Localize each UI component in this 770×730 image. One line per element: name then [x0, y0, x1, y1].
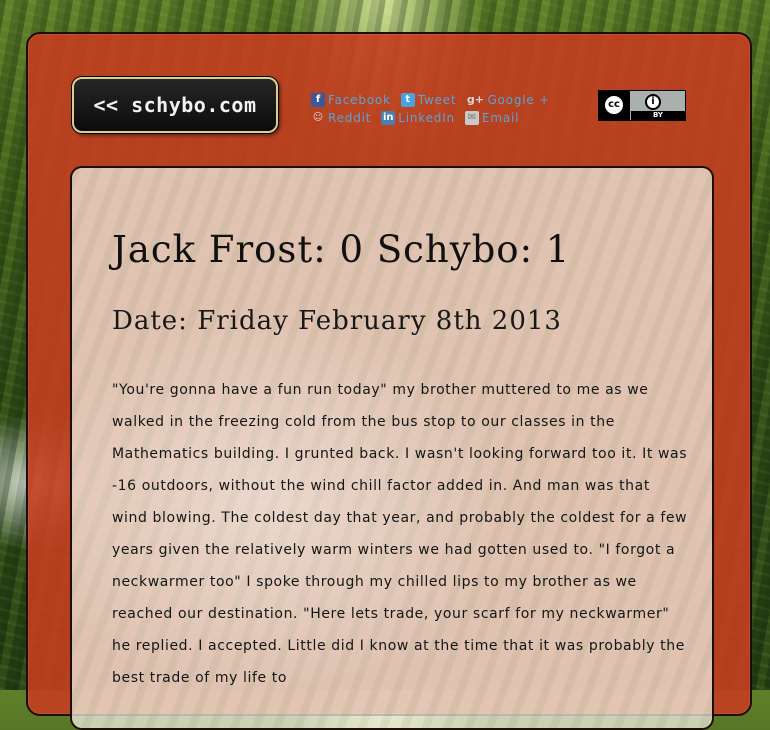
- creative-commons-badge[interactable]: cc i BY: [598, 90, 686, 121]
- share-linkedin[interactable]: in LinkedIn: [381, 111, 455, 125]
- share-tweet-label: Tweet: [417, 93, 457, 107]
- share-facebook-label: Facebook: [328, 93, 391, 107]
- share-tweet[interactable]: t Tweet: [400, 93, 457, 107]
- share-linkedin-label: LinkedIn: [398, 111, 455, 125]
- article-body: "You're gonna have a fun run today" my b…: [112, 382, 688, 686]
- google-plus-icon: g+: [466, 93, 484, 106]
- share-google-label: Google +: [487, 93, 551, 107]
- linkedin-icon: in: [381, 111, 396, 125]
- cc-icon: cc: [603, 94, 625, 116]
- reddit-icon: ☺: [312, 112, 324, 123]
- share-reddit-label: Reddit: [328, 111, 372, 125]
- article-date: Date: Friday February 8th 2013: [112, 306, 562, 336]
- share-email[interactable]: ✉ Email: [464, 111, 520, 125]
- twitter-icon: t: [400, 93, 415, 107]
- article-title: Jack Frost: 0 Schybo: 1: [112, 228, 571, 271]
- article-content: Jack Frost: 0 Schybo: 1 Date: Friday Feb…: [70, 166, 714, 730]
- page-panel: << schybo.com f Facebook t Tweet g+ Google …: [26, 32, 752, 730]
- share-facebook[interactable]: f Facebook: [311, 93, 391, 107]
- share-reddit[interactable]: ☺ Reddit: [311, 111, 371, 125]
- facebook-icon: f: [311, 93, 325, 107]
- email-icon: ✉: [464, 111, 479, 125]
- share-email-label: Email: [481, 111, 520, 125]
- cc-by-label: BY: [631, 111, 685, 120]
- home-logo-link[interactable]: << schybo.com: [72, 77, 278, 133]
- share-links: f Facebook t Tweet g+ Google + ☺ Reddit in Li…: [311, 91, 591, 127]
- share-google-plus[interactable]: g+ Google +: [466, 93, 550, 107]
- attribution-icon: i: [645, 94, 661, 110]
